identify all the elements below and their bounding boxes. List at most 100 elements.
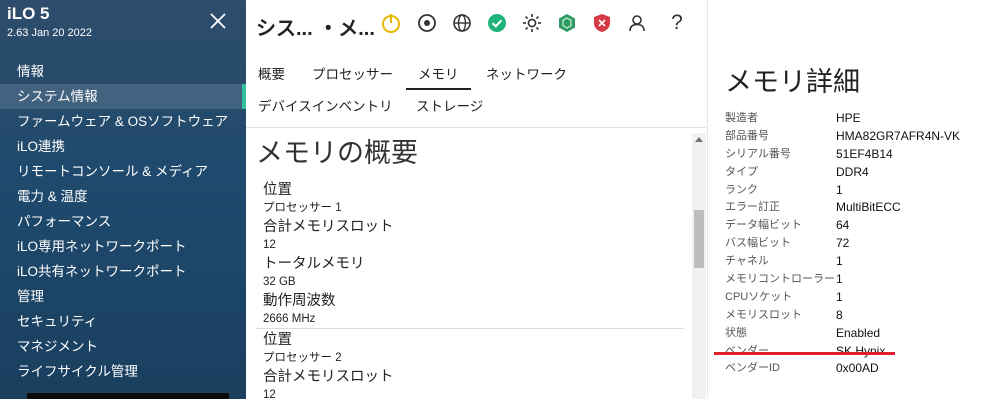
detail-row: 製造者 HPE bbox=[725, 110, 995, 128]
page-title: シス... ・メ... bbox=[256, 18, 375, 40]
total-memory-value: 32 GB bbox=[263, 276, 296, 288]
detail-key: 製造者 bbox=[725, 112, 758, 124]
help-icon[interactable]: ? bbox=[666, 12, 688, 34]
detail-key: チャネル bbox=[725, 255, 769, 268]
sidebar-bottom-bar bbox=[27, 393, 229, 399]
sidebar-item-administration[interactable]: 管理 bbox=[0, 284, 246, 309]
sidebar-item-system-information[interactable]: システム情報 bbox=[0, 84, 246, 109]
tab-storage[interactable]: ストレージ bbox=[416, 92, 483, 122]
location-label: 位置 bbox=[263, 332, 292, 348]
detail-row: ベンダーID 0x00AD bbox=[725, 360, 995, 378]
health-ok-icon[interactable] bbox=[486, 12, 508, 34]
sidebar-item-management[interactable]: マネジメント bbox=[0, 334, 246, 359]
sidebar-item-lifecycle-management[interactable]: ライフサイクル管理 bbox=[0, 359, 246, 384]
detail-row: タイプ DDR4 bbox=[725, 164, 995, 182]
sidebar-item-power-temperature[interactable]: 電力 & 温度 bbox=[0, 184, 246, 209]
detail-row: バス幅ビット 72 bbox=[725, 235, 995, 253]
detail-row: メモリスロット 8 bbox=[725, 307, 995, 325]
detail-value: HMA82GR7AFR4N-VK bbox=[836, 128, 961, 143]
tab-device-inventory[interactable]: デバイスインベントリ bbox=[258, 92, 393, 122]
detail-value: 51EF4B14 bbox=[836, 146, 893, 161]
total-slots-value: 12 bbox=[263, 239, 276, 251]
detail-key: 状態 bbox=[725, 326, 747, 339]
scroll-up-arrow-icon[interactable] bbox=[695, 137, 703, 142]
hexagon-status-icon[interactable] bbox=[556, 12, 578, 34]
detail-value: 72 bbox=[836, 236, 850, 251]
globe-icon[interactable] bbox=[451, 12, 473, 34]
detail-row: データ幅ビット 64 bbox=[725, 217, 995, 235]
location-value: プロセッサー 2 bbox=[263, 352, 342, 364]
detail-row: メモリコントローラー 1 bbox=[725, 271, 995, 289]
detail-row: 状態 Enabled bbox=[725, 325, 995, 343]
detail-key: データ幅ビット bbox=[725, 219, 802, 232]
tab-network[interactable]: ネットワーク bbox=[486, 60, 567, 90]
detail-value: MultiBitECC bbox=[836, 200, 901, 215]
power-icon[interactable] bbox=[380, 12, 402, 34]
content-scrollbar[interactable] bbox=[692, 133, 706, 399]
detail-key: ベンダーID bbox=[725, 362, 780, 375]
detail-key: CPUソケット bbox=[725, 290, 793, 303]
memory-detail-title: メモリ詳細 bbox=[725, 67, 860, 97]
main-pane: シス... ・メ... ? 概要 プロセッサー メモリ ネットワーク デバイスイ… bbox=[246, 0, 706, 399]
detail-value: Enabled bbox=[836, 325, 881, 340]
detail-row: チャネル 1 bbox=[725, 253, 995, 271]
sidebar: iLO 5 2.63 Jan 20 2022 情報 システム情報 ファームウェア… bbox=[0, 0, 246, 399]
detail-value: 64 bbox=[836, 218, 850, 233]
tab-bar: 概要 プロセッサー メモリ ネットワーク デバイスインベントリ ストレージ bbox=[246, 58, 706, 128]
detail-key: タイプ bbox=[725, 165, 758, 178]
sidebar-item-information[interactable]: 情報 bbox=[0, 59, 246, 84]
shield-icon[interactable] bbox=[591, 12, 613, 34]
memory-overview-title: メモリの概要 bbox=[256, 138, 418, 168]
detail-value: 1 bbox=[836, 182, 843, 197]
detail-value: HPE bbox=[836, 111, 861, 125]
memory-overview-section: メモリの概要 位置 プロセッサー 1 合計メモリスロット 12 トータルメモリ … bbox=[246, 129, 706, 399]
detail-key: エラー訂正 bbox=[725, 201, 780, 214]
total-slots-value: 12 bbox=[263, 389, 276, 399]
app-version: 2.63 Jan 20 2022 bbox=[7, 27, 93, 39]
detail-value: 1 bbox=[836, 289, 843, 304]
close-icon[interactable] bbox=[208, 11, 228, 31]
sidebar-item-security[interactable]: セキュリティ bbox=[0, 309, 246, 334]
detail-key: メモリコントローラー bbox=[725, 273, 835, 286]
processor-memory-summary: 位置 プロセッサー 1 合計メモリスロット 12 トータルメモリ 32 GB 動… bbox=[263, 181, 683, 329]
location-label: 位置 bbox=[263, 182, 292, 198]
detail-key: メモリスロット bbox=[725, 308, 802, 321]
total-slots-label: 合計メモリスロット bbox=[263, 219, 394, 235]
detail-row: CPUソケット 1 bbox=[725, 289, 995, 307]
operating-frequency-value: 2666 MHz bbox=[263, 313, 316, 325]
sidebar-item-remote-console-media[interactable]: リモートコンソール & メディア bbox=[0, 159, 246, 184]
operating-frequency-label: 動作周波数 bbox=[263, 293, 336, 309]
total-slots-label: 合計メモリスロット bbox=[263, 369, 394, 385]
tab-overview[interactable]: 概要 bbox=[258, 60, 285, 90]
sidebar-item-ilo-shared-network-port[interactable]: iLO共有ネットワークポート bbox=[0, 259, 246, 284]
memory-detail-list: 製造者 HPE 部品番号 HMA82GR7AFR4N-VK シリアル番号 51EF4B… bbox=[725, 110, 995, 378]
sidebar-item-ilo-dedicated-network-port[interactable]: iLO専用ネットワークポート bbox=[0, 234, 246, 259]
section-divider bbox=[256, 328, 684, 329]
app-brand: iLO 5 bbox=[7, 4, 50, 23]
detail-row: 部品番号 HMA82GR7AFR4N-VK bbox=[725, 128, 995, 146]
detail-row: エラー訂正 MultiBitECC bbox=[725, 199, 995, 217]
sidebar-item-ilo-federation[interactable]: iLO連携 bbox=[0, 134, 246, 159]
target-icon[interactable] bbox=[416, 12, 438, 34]
brightness-icon[interactable] bbox=[521, 12, 543, 34]
detail-key: シリアル番号 bbox=[725, 147, 791, 160]
tab-memory[interactable]: メモリ bbox=[406, 60, 471, 90]
detail-key: バス幅ビット bbox=[725, 237, 791, 250]
processor-memory-summary: 位置 プロセッサー 2 合計メモリスロット 12 bbox=[263, 331, 683, 399]
scrollbar-thumb[interactable] bbox=[694, 210, 704, 268]
detail-key: 部品番号 bbox=[725, 129, 769, 142]
detail-row: ランク 1 bbox=[725, 182, 995, 200]
sidebar-menu: 情報 システム情報 ファームウェア & OSソフトウェア iLO連携 リモートコ… bbox=[0, 59, 246, 384]
tab-processors[interactable]: プロセッサー bbox=[312, 60, 393, 90]
detail-value: 8 bbox=[836, 307, 843, 322]
sidebar-item-performance[interactable]: パフォーマンス bbox=[0, 209, 246, 234]
detail-value: 0x00AD bbox=[836, 361, 879, 376]
location-value: プロセッサー 1 bbox=[263, 202, 342, 214]
sidebar-item-firmware-os-software[interactable]: ファームウェア & OSソフトウェア bbox=[0, 109, 246, 134]
detail-key: ランク bbox=[725, 183, 758, 196]
user-icon[interactable] bbox=[626, 12, 648, 34]
memory-detail-panel: メモリ詳細 製造者 HPE 部品番号 HMA82GR7AFR4N-VK シリアル番号… bbox=[707, 0, 1000, 399]
total-memory-label: トータルメモリ bbox=[263, 256, 365, 272]
vendor-highlight-underline bbox=[714, 352, 895, 355]
detail-value: 1 bbox=[836, 254, 843, 269]
